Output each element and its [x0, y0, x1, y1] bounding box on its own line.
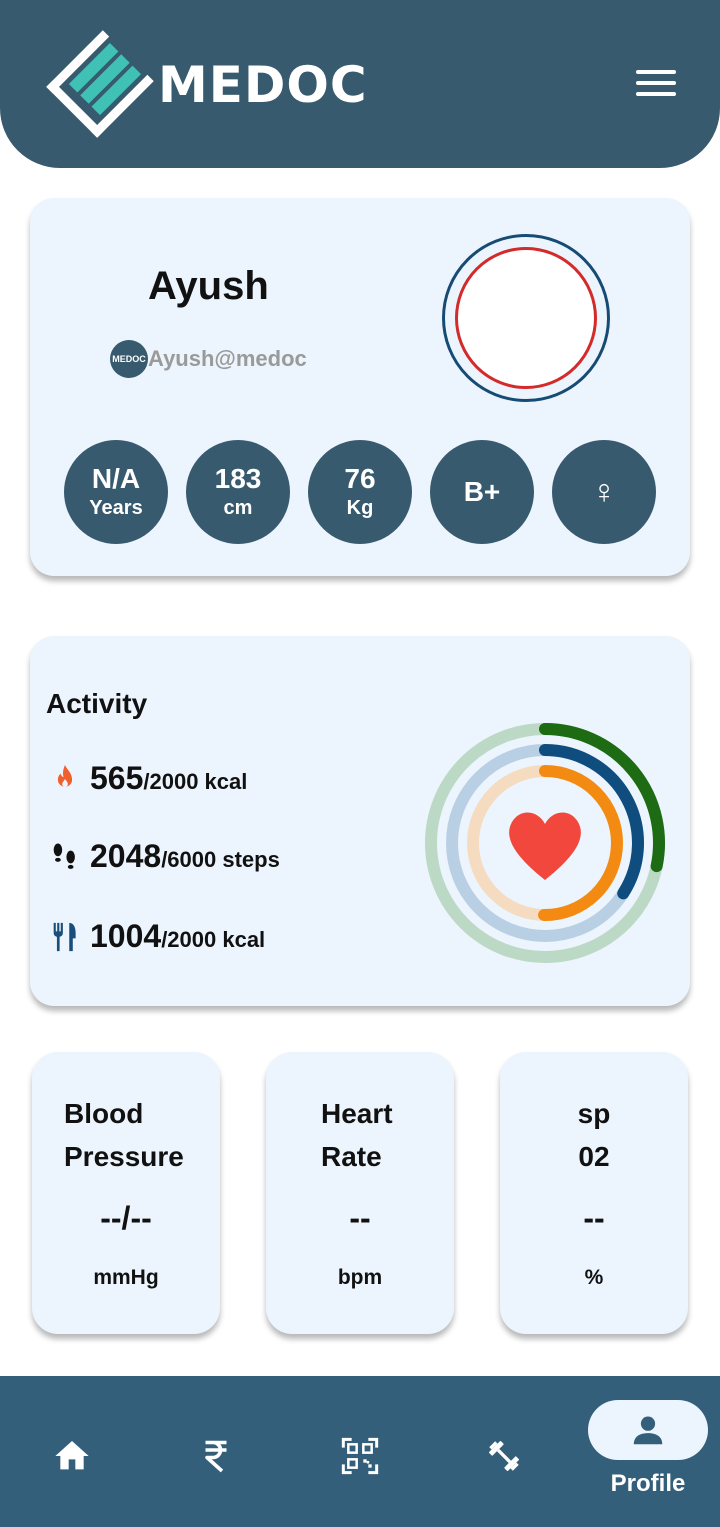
- spo2-title: sp 02: [500, 1092, 688, 1178]
- activity-title: Activity: [46, 688, 148, 719]
- calories-burned-row: 565 /2000 kcal: [48, 760, 247, 797]
- spo2-card[interactable]: sp 02 -- %: [500, 1052, 688, 1334]
- steps-row: 2048 /6000 steps: [48, 838, 280, 875]
- activity-card[interactable]: Activity 565 /2000 kcal 2048 /6000 steps…: [30, 636, 690, 1006]
- height-unit: cm: [223, 497, 253, 519]
- blood-group-stat: B+: [430, 440, 534, 544]
- nav-profile[interactable]: [588, 1400, 708, 1460]
- blood-pressure-card[interactable]: Blood Pressure --/-- mmHg: [32, 1052, 220, 1334]
- flame-icon: [57, 764, 73, 787]
- nav-qr-scanner[interactable]: [330, 1426, 390, 1486]
- heart-icon: [509, 812, 581, 880]
- steps-value: 2048: [90, 838, 162, 874]
- dumbbell-icon: [489, 1441, 519, 1471]
- spo2-title-line2: 02: [578, 1141, 610, 1172]
- height-stat: 183 cm: [186, 440, 290, 544]
- heart-rate-card[interactable]: Heart Rate -- bpm: [266, 1052, 454, 1334]
- weight-value: 76: [344, 463, 376, 494]
- weight-stat: 76 Kg: [308, 440, 412, 544]
- heart-rate-value: --: [349, 1200, 371, 1236]
- activity-rings: [425, 723, 665, 963]
- heart-rate-title-line2: Rate: [321, 1141, 382, 1172]
- hamburger-menu-icon[interactable]: [636, 70, 676, 102]
- cutlery-icon: [53, 922, 76, 951]
- spo2-value: --: [583, 1200, 605, 1236]
- steps-goal: /6000 steps: [161, 847, 280, 872]
- blood-pressure-unit: mmHg: [93, 1266, 159, 1289]
- blood-pressure-title-line1: Blood: [64, 1098, 144, 1129]
- calories-eaten-row: 1004 /2000 kcal: [48, 918, 265, 955]
- heart-rate-title: Heart Rate: [321, 1092, 393, 1178]
- spo2-title-line1: sp: [577, 1098, 611, 1129]
- age-unit: Years: [89, 497, 143, 519]
- user-email: Ayush@medoc: [148, 346, 307, 371]
- avatar[interactable]: [442, 234, 610, 402]
- user-name: Ayush: [148, 264, 269, 308]
- spo2-unit: %: [584, 1266, 604, 1289]
- heart-rate-unit: bpm: [337, 1266, 383, 1289]
- app-logo-text: MEDOC: [158, 56, 368, 114]
- gender-stat: ♀: [552, 440, 656, 544]
- rupee-icon: [205, 1440, 227, 1473]
- email-row: MEDOC Ayush@medoc: [110, 340, 307, 378]
- qr-code-icon: [341, 1437, 379, 1475]
- nav-payments[interactable]: [186, 1426, 246, 1486]
- calories-burned-goal: /2000 kcal: [143, 769, 248, 794]
- heart-rate-title-line1: Heart: [321, 1098, 393, 1129]
- home-icon: [55, 1441, 89, 1470]
- nav-profile-label[interactable]: Profile: [588, 1470, 708, 1498]
- height-value: 183: [214, 463, 262, 494]
- calories-burned-value: 565: [90, 760, 144, 796]
- bottom-navigation: Profile: [0, 1376, 720, 1527]
- blood-pressure-title-line2: Pressure: [64, 1141, 184, 1172]
- calories-eaten-goal: /2000 kcal: [161, 927, 266, 952]
- blood-group-value: B+: [463, 476, 501, 507]
- age-stat: N/A Years: [64, 440, 168, 544]
- female-icon: ♀: [591, 473, 617, 511]
- blood-pressure-value: --/--: [100, 1200, 152, 1236]
- blood-pressure-title: Blood Pressure: [64, 1092, 184, 1178]
- app-header: MEDOC: [0, 0, 720, 168]
- weight-unit: Kg: [346, 497, 374, 519]
- footsteps-icon: [53, 843, 75, 869]
- age-value: N/A: [91, 463, 141, 494]
- avatar-image: [455, 247, 597, 389]
- calories-eaten-value: 1004: [90, 918, 162, 954]
- medoc-badge-icon: MEDOC: [110, 340, 148, 378]
- profile-card: Ayush MEDOC Ayush@medoc N/A Years 183 cm…: [30, 198, 690, 576]
- nav-fitness[interactable]: [474, 1426, 534, 1486]
- profile-icon: [633, 1416, 663, 1445]
- nav-home[interactable]: [42, 1426, 102, 1486]
